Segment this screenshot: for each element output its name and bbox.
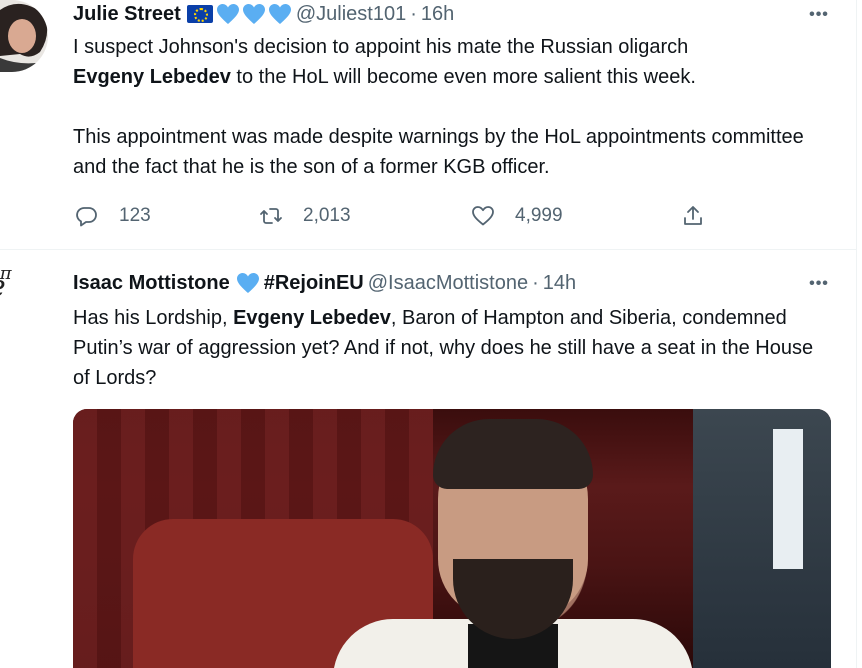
mention-bold: Evgeny Lebedev	[73, 66, 231, 88]
more-options-icon[interactable]: •••	[807, 272, 831, 296]
share-icon	[684, 206, 702, 225]
text-run: to the HoL will become even more salient…	[230, 66, 696, 88]
tweet-paragraph: This appointment was made despite warnin…	[73, 126, 804, 178]
tweet-text: Has his Lordship, Evgeny Lebedev, Baron …	[73, 303, 833, 393]
share-button[interactable]	[681, 202, 705, 230]
reply-count: 123	[119, 205, 151, 226]
avatar-photo	[0, 0, 48, 72]
like-heart-icon	[472, 206, 494, 226]
profile-badges	[236, 272, 262, 294]
blue-heart-icon	[236, 273, 259, 293]
display-name[interactable]: Julie Street	[73, 3, 181, 26]
tweet-photo[interactable]	[73, 409, 831, 668]
user-handle[interactable]: @IsaacMottistone	[368, 272, 528, 295]
profile-badges	[186, 3, 294, 25]
text-run: I suspect Johnson's decision to appoint …	[73, 36, 689, 58]
timestamp[interactable]: 16h	[421, 3, 454, 26]
eu-flag-icon	[186, 5, 213, 23]
blue-heart-icon	[216, 4, 239, 24]
more-options-icon[interactable]: •••	[807, 3, 831, 27]
avatar[interactable]: eiπ	[0, 265, 56, 321]
retweet-icon	[260, 208, 282, 224]
tweet-text: I suspect Johnson's decision to appoint …	[73, 32, 833, 182]
tweet[interactable]: eiπ Isaac Mottistone #RejoinEU @IsaacMot…	[0, 251, 857, 668]
avatar[interactable]	[0, 0, 48, 72]
blue-heart-icon	[242, 4, 265, 24]
reply-icon	[76, 207, 97, 227]
display-name[interactable]: Isaac Mottistone	[73, 272, 230, 295]
text-run: Has his Lordship,	[73, 307, 234, 329]
display-name-hashtag: #RejoinEU	[263, 271, 364, 294]
mention-bold: Evgeny Lebedev	[233, 307, 391, 329]
tweet-actions: 123 2,013 4,999	[73, 202, 773, 230]
retweet-button[interactable]: 2,013	[259, 202, 351, 230]
tweet-header: Isaac Mottistone #RejoinEU @IsaacMottist…	[73, 271, 576, 295]
photo-hair	[433, 419, 593, 489]
like-button[interactable]: 4,999	[471, 202, 563, 230]
tweet-paragraph: I suspect Johnson's decision to appoint …	[73, 32, 833, 92]
separator-dot: ·	[410, 2, 417, 25]
photo-person-shirt	[773, 429, 803, 569]
user-handle[interactable]: @Juliest101	[296, 3, 406, 26]
like-count: 4,999	[515, 205, 563, 226]
tweet[interactable]: Julie Street @Juliest101 · 16h ••• I sus…	[0, 0, 857, 250]
reply-button[interactable]: 123	[75, 202, 151, 230]
separator-dot: ·	[532, 271, 539, 294]
timestamp[interactable]: 14h	[543, 272, 576, 295]
retweet-count: 2,013	[303, 205, 351, 226]
photo-person-suit	[693, 409, 831, 668]
tweet-header: Julie Street @Juliest101 · 16h	[73, 2, 454, 26]
formula-exponent: iπ	[0, 265, 12, 284]
avatar-formula: eiπ	[0, 265, 12, 304]
blue-heart-icon	[268, 4, 291, 24]
